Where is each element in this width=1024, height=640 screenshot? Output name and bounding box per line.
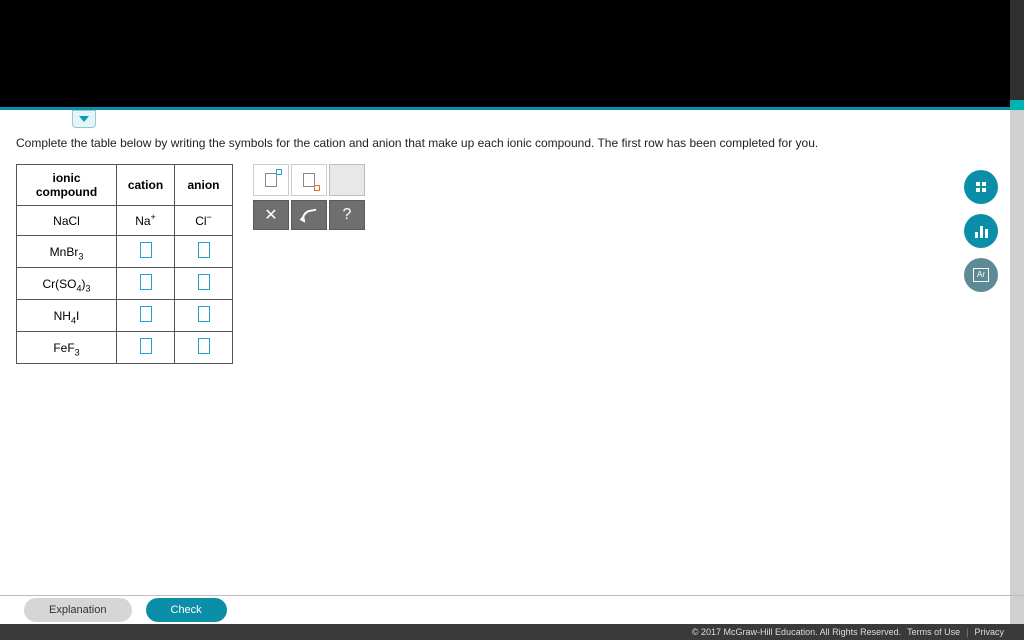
input-slot[interactable] (140, 242, 152, 258)
stats-button[interactable] (964, 214, 998, 248)
input-slot[interactable] (198, 306, 210, 322)
undo-icon (300, 209, 317, 222)
cation-cell[interactable] (117, 268, 175, 300)
scrollbar-track-dark (1010, 0, 1024, 100)
input-slot[interactable] (198, 242, 210, 258)
anion-cell[interactable] (175, 300, 233, 332)
scrollbar-vertical[interactable] (1010, 0, 1024, 640)
undo-button[interactable] (291, 200, 327, 230)
compound-cell: NaCl (17, 206, 117, 236)
compound-cell: FeF3 (17, 332, 117, 364)
compound-cell: NH4I (17, 300, 117, 332)
action-palette: ✕ ? (253, 200, 365, 230)
privacy-link[interactable]: Privacy (974, 627, 1004, 637)
chevron-down-icon (79, 116, 89, 122)
ionic-table: ionic compound cation anion NaClNa+Cl−Mn… (16, 164, 233, 364)
bar-chart-icon (975, 224, 988, 238)
compound-cell: Cr(SO4)3 (17, 268, 117, 300)
col-header-anion: anion (175, 165, 233, 206)
check-button[interactable]: Check (146, 598, 227, 622)
table-row: NH4I (17, 300, 233, 332)
terms-link[interactable]: Terms of Use (907, 627, 960, 637)
separator: | (966, 627, 968, 637)
input-tools: ✕ ? (253, 164, 365, 230)
input-slot[interactable] (140, 306, 152, 322)
header-divider (0, 107, 1024, 110)
legal-bar: © 2017 McGraw-Hill Education. All Rights… (0, 624, 1024, 640)
cation-cell[interactable] (117, 300, 175, 332)
compound-cell: MnBr3 (17, 236, 117, 268)
subscript-tool[interactable] (291, 164, 327, 196)
col-header-compound: ionic compound (17, 165, 117, 206)
anion-cell[interactable] (175, 332, 233, 364)
question-prompt: Complete the table below by writing the … (16, 136, 964, 150)
table-row: NaClNa+Cl− (17, 206, 233, 236)
table-row: MnBr3 (17, 236, 233, 268)
input-slot[interactable] (140, 274, 152, 290)
anion-cell[interactable] (175, 268, 233, 300)
periodic-table-button[interactable]: Ar (964, 258, 998, 292)
cation-cell[interactable] (117, 236, 175, 268)
format-palette (253, 164, 365, 196)
x-icon: ✕ (264, 205, 277, 225)
explanation-button[interactable]: Explanation (24, 598, 132, 622)
calculator-icon (976, 182, 986, 192)
reset-button[interactable]: ✕ (253, 200, 289, 230)
input-slot[interactable] (198, 274, 210, 290)
element-icon: Ar (973, 268, 989, 282)
input-slot[interactable] (140, 338, 152, 354)
cation-cell: Na+ (117, 206, 175, 236)
blank-tool[interactable] (329, 164, 365, 196)
help-button[interactable]: ? (329, 200, 365, 230)
question-content: Complete the table below by writing the … (16, 136, 964, 364)
copyright-text: © 2017 McGraw-Hill Education. All Rights… (692, 627, 901, 637)
header-bar (0, 0, 1024, 110)
scrollbar-thumb[interactable] (1010, 100, 1024, 110)
question-icon: ? (343, 206, 352, 224)
footer-bar: Explanation Check (0, 596, 1024, 624)
anion-cell: Cl− (175, 206, 233, 236)
calculator-button[interactable] (964, 170, 998, 204)
side-toolbar: Ar (964, 170, 998, 292)
superscript-tool[interactable] (253, 164, 289, 196)
cation-cell[interactable] (117, 332, 175, 364)
table-row: Cr(SO4)3 (17, 268, 233, 300)
table-row: FeF3 (17, 332, 233, 364)
col-header-cation: cation (117, 165, 175, 206)
anion-cell[interactable] (175, 236, 233, 268)
input-slot[interactable] (198, 338, 210, 354)
dropdown-toggle[interactable] (72, 110, 96, 128)
